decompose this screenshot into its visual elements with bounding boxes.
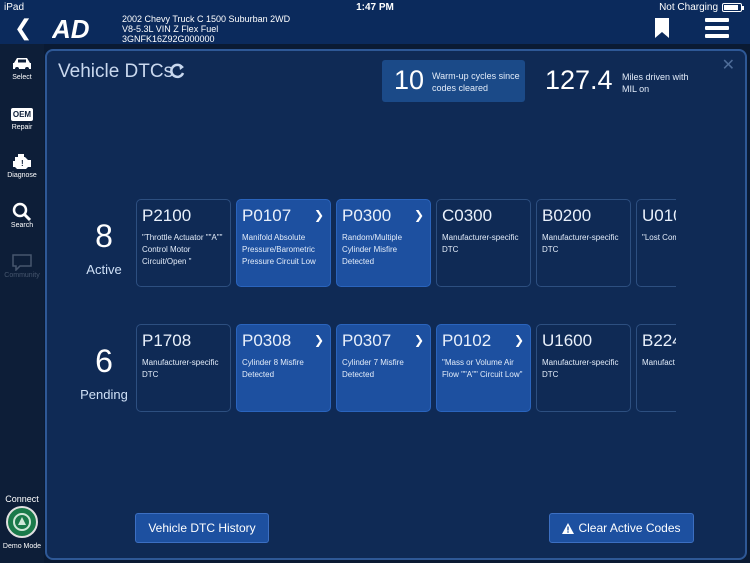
app-header: ❮ AD 2002 Chevy Truck C 1500 Suburban 2W… <box>0 14 750 44</box>
car-icon <box>13 58 31 71</box>
battery-label: Not Charging <box>659 2 718 13</box>
active-label: Active <box>86 262 122 277</box>
dtc-description: Manifold Absolute Pressure/Barometric Pr… <box>242 233 316 266</box>
active-dtc-row: P2100 "Throttle Actuator ""A"" Control Mo… <box>136 199 676 289</box>
connector-icon <box>13 513 31 531</box>
dtc-code: P0107 <box>242 206 292 225</box>
back-button[interactable]: ❮ <box>14 16 32 40</box>
sidebar-item-repair[interactable]: OEM Repair <box>0 104 44 131</box>
ad-logo: AD <box>52 16 90 40</box>
dtc-card: B0200 Manufacturer-specific DTC <box>536 199 631 287</box>
dtc-description: Cylinder 7 Misfire Detected <box>342 358 404 379</box>
dtc-code: B224 <box>642 331 676 350</box>
chevron-right-icon: ❯ <box>513 333 524 347</box>
vehicle-vin: 3GNFK16Z92G000000 <box>122 34 215 44</box>
dtc-history-label: Vehicle DTC History <box>148 521 256 535</box>
svg-text:!: ! <box>21 159 24 168</box>
dtc-code: U1600 <box>542 331 593 350</box>
page-title: Vehicle DTCs <box>58 61 174 82</box>
miles-value: 127.4 <box>545 65 613 95</box>
bookmark-icon[interactable] <box>652 16 672 40</box>
dtc-description: Cylinder 8 Misfire Detected <box>242 358 304 379</box>
active-count: 8 <box>95 218 113 254</box>
pending-count: 6 <box>95 343 113 379</box>
dtc-panel: Vehicle DTCs ✕ 10 Warm-up cycles since c… <box>45 49 747 560</box>
chevron-right-icon: ❯ <box>413 208 424 222</box>
sidebar-item-diagnose[interactable]: ! Diagnose <box>0 152 44 179</box>
battery-icon <box>722 3 744 12</box>
vehicle-engine: V8-5.3L VIN Z Flex Fuel <box>122 24 219 34</box>
chevron-right-icon: ❯ <box>313 208 324 222</box>
dtc-description: "Mass or Volume Air Flow ""A"" Circuit L… <box>442 358 523 379</box>
clear-codes-label: Clear Active Codes <box>578 521 681 535</box>
sidebar-item-search[interactable]: Search <box>0 202 44 229</box>
close-icon[interactable]: ✕ <box>722 55 735 75</box>
sidebar-item-label: Diagnose <box>7 172 37 179</box>
clear-codes-button[interactable]: Clear Active Codes <box>549 513 694 543</box>
engine-icon: ! <box>13 154 31 169</box>
refresh-icon[interactable] <box>167 61 187 81</box>
warmup-label: Warm-up cycles since codes cleared <box>432 71 520 93</box>
dtc-description: Manufacturer-specific DTC <box>142 358 219 379</box>
menu-icon[interactable] <box>704 16 730 40</box>
status-bar: iPad 1:47 PM Not Charging <box>0 0 750 16</box>
dtc-description: Manufact DTC <box>642 358 676 367</box>
clock: 1:47 PM <box>356 2 394 13</box>
dtc-description: Manufacturer-specific DTC <box>542 358 619 379</box>
dtc-code: P1708 <box>142 331 192 350</box>
dtc-code: P0300 <box>342 206 392 225</box>
dtc-code: P0307 <box>342 331 392 350</box>
chevron-right-icon: ❯ <box>313 333 324 347</box>
dtc-card[interactable]: P0308 ❯ Cylinder 8 Misfire Detected <box>236 324 331 412</box>
dtc-code: P0102 <box>442 331 492 350</box>
miles-label: Miles driven with MIL on <box>622 72 689 94</box>
vehicle-info: 2002 Chevy Truck C 1500 Suburban 2WD V8-… <box>122 14 290 44</box>
dtc-card[interactable]: P0300 ❯ Random/Multiple Cylinder Misfire D… <box>336 199 431 287</box>
dtc-description: "Lost Com With ECM <box>642 233 676 242</box>
dtc-card: U1600 Manufacturer-specific DTC <box>536 324 631 412</box>
pending-dtc-row: P1708 Manufacturer-specific DTC P0308 ❯ Cyli… <box>136 324 676 414</box>
dtc-history-button[interactable]: Vehicle DTC History <box>135 513 269 543</box>
dtc-card: P1708 Manufacturer-specific DTC <box>136 324 231 412</box>
connect-label: Connect <box>5 494 39 504</box>
dtc-code: U010 <box>642 206 676 225</box>
dtc-card[interactable]: P0307 ❯ Cylinder 7 Misfire Detected <box>336 324 431 412</box>
dtc-card[interactable]: P0107 ❯ Manifold Absolute Pressure/Baromet… <box>236 199 331 287</box>
sidebar-item-select[interactable]: Select <box>0 54 44 81</box>
dtc-code: C0300 <box>442 206 493 225</box>
dtc-code: P0308 <box>242 331 292 350</box>
search-icon <box>12 202 32 222</box>
svg-text:AD: AD <box>52 16 90 40</box>
warmup-cycles-box: 10 Warm-up cycles since codes cleared <box>382 60 525 102</box>
dtc-card: C0300 Manufacturer-specific DTC <box>436 199 531 287</box>
sidebar-item-label: Search <box>10 222 34 229</box>
chat-icon <box>12 254 32 271</box>
dtc-card: B224 Manufact DTC <box>636 324 676 412</box>
warning-icon <box>562 522 575 534</box>
sidebar-item-label: Repair <box>11 124 33 131</box>
demo-mode-label: Demo Mode <box>2 543 42 550</box>
pending-label: Pending <box>80 387 128 402</box>
sidebar: Select OEM Repair ! Diagnose Search Comm… <box>0 44 44 563</box>
dtc-description: Manufacturer-specific DTC <box>442 233 519 254</box>
oem-icon: OEM <box>10 107 34 121</box>
sidebar-item-label: Select <box>12 74 32 81</box>
sidebar-item-label: Community <box>4 272 40 279</box>
connect-button[interactable] <box>6 506 38 538</box>
battery-status: Not Charging <box>659 2 744 13</box>
sidebar-item-community[interactable]: Community <box>0 252 44 279</box>
dtc-card: U010 "Lost Com With ECM <box>636 199 676 287</box>
chevron-right-icon: ❯ <box>413 333 424 347</box>
dtc-description: "Throttle Actuator ""A"" Control Motor C… <box>142 233 223 266</box>
dtc-description: Random/Multiple Cylinder Misfire Detecte… <box>342 233 403 266</box>
dtc-card[interactable]: P0102 ❯ "Mass or Volume Air Flow ""A"" Cir… <box>436 324 531 412</box>
warmup-count: 10 <box>394 65 425 95</box>
dtc-code: B0200 <box>542 206 592 225</box>
dtc-card: P2100 "Throttle Actuator ""A"" Control Mo… <box>136 199 231 287</box>
vehicle-name: 2002 Chevy Truck C 1500 Suburban 2WD <box>122 14 291 24</box>
dtc-description: Manufacturer-specific DTC <box>542 233 619 254</box>
dtc-code: P2100 <box>142 206 192 225</box>
